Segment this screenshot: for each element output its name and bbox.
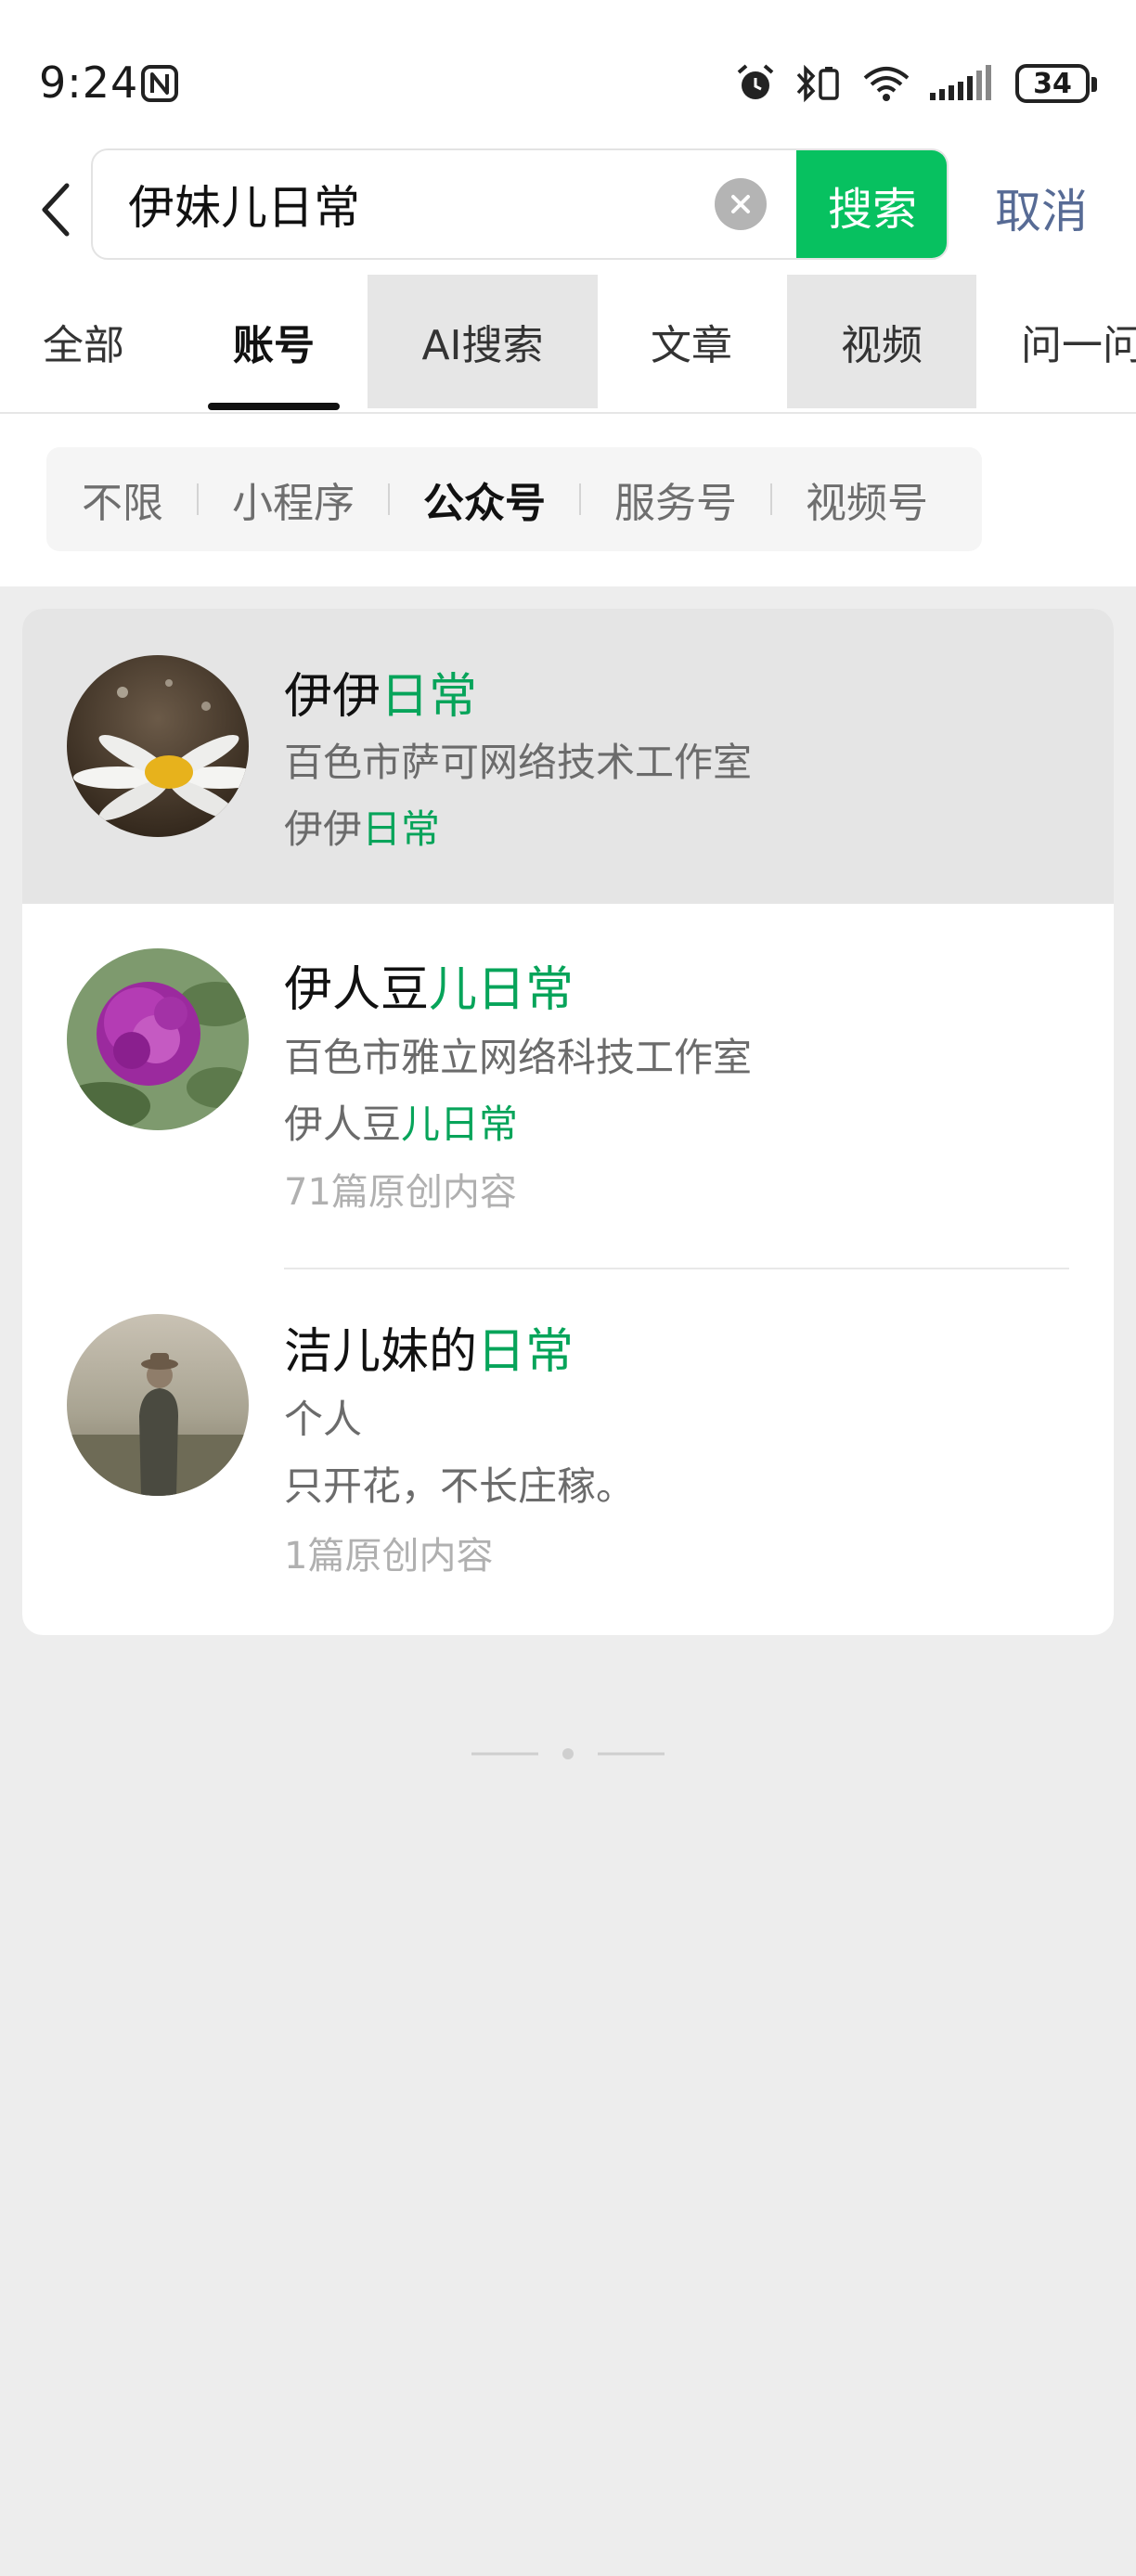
nfc-icon	[141, 65, 178, 102]
tab-all[interactable]: 全部	[0, 275, 167, 408]
filter-channels[interactable]: 视频号	[772, 470, 962, 529]
status-time: 9:24	[39, 58, 139, 108]
filter-unlimited[interactable]: 不限	[46, 470, 197, 529]
filter-mini-program[interactable]: 小程序	[199, 470, 388, 529]
back-button[interactable]	[28, 173, 84, 247]
wifi-icon	[863, 67, 910, 101]
filter-service-account[interactable]: 服务号	[581, 470, 770, 529]
list-item[interactable]: 伊伊日常 百色市萨可网络技术工作室 伊伊日常	[22, 609, 1114, 904]
result-title: 伊人豆儿日常	[284, 962, 574, 1018]
result-description: 伊人豆儿日常	[284, 1101, 519, 1147]
result-owner: 百色市雅立网络科技工作室	[284, 1035, 753, 1080]
alarm-icon	[737, 64, 774, 99]
search-button[interactable]: 搜索	[796, 150, 947, 258]
active-tab-indicator	[208, 403, 340, 410]
original-count: 1篇原创内容	[284, 1535, 494, 1578]
bluetooth-icon	[796, 64, 839, 103]
battery-icon: 34	[1015, 64, 1097, 103]
result-title: 伊伊日常	[284, 669, 478, 725]
cancel-button[interactable]: 取消	[995, 174, 1088, 241]
avatar	[67, 948, 249, 1130]
clear-icon[interactable]	[715, 178, 767, 230]
search-header: 搜索 取消	[0, 148, 1136, 271]
chevron-left-icon	[42, 183, 70, 237]
avatar	[67, 655, 249, 837]
search-box: 搜索	[91, 148, 949, 260]
tab-account[interactable]: 账号	[200, 275, 347, 408]
close-icon	[731, 195, 750, 213]
tab-videos[interactable]: 视频	[787, 275, 976, 408]
list-item[interactable]: 洁儿妹的日常 个人 只开花，不长庄稼。 1篇原创内容	[22, 1269, 1114, 1635]
tab-articles[interactable]: 文章	[613, 275, 770, 408]
result-owner: 个人	[284, 1397, 363, 1442]
results-list: 伊伊日常 百色市萨可网络技术工作室 伊伊日常 伊人豆儿日常 百色市雅立网络科技工…	[22, 609, 1114, 1635]
search-input[interactable]	[128, 150, 759, 258]
result-title: 洁儿妹的日常	[284, 1324, 574, 1380]
filter-official-account[interactable]: 公众号	[390, 470, 579, 529]
tab-ai-search[interactable]: AI搜索	[368, 275, 598, 408]
result-description: 只开花，不长庄稼。	[284, 1463, 636, 1509]
end-of-list-indicator	[471, 1748, 665, 1759]
list-item[interactable]: 伊人豆儿日常 百色市雅立网络科技工作室 伊人豆儿日常 71篇原创内容	[22, 904, 1114, 1269]
avatar	[67, 1314, 249, 1496]
filter-area: 不限 小程序 公众号 服务号 视频号	[0, 414, 1136, 586]
signal-icon	[930, 65, 991, 100]
status-icons: 34	[735, 58, 1097, 109]
result-description: 伊伊日常	[284, 806, 441, 852]
result-owner: 百色市萨可网络技术工作室	[284, 740, 753, 785]
category-tabs: 全部 账号 AI搜索 文章 视频 问一问	[0, 271, 1136, 414]
tab-ask[interactable]: 问一问	[1021, 275, 1136, 408]
original-count: 71篇原创内容	[284, 1171, 517, 1214]
account-type-filter: 不限 小程序 公众号 服务号 视频号	[46, 447, 982, 551]
status-bar: 9:24 34	[0, 0, 1136, 148]
